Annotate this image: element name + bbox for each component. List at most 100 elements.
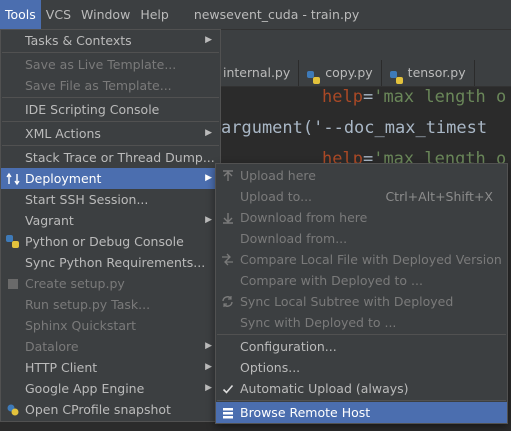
tab-copy-py[interactable]: copy.py [299,60,382,86]
menu-item-python-console[interactable]: Python or Debug Console [1,231,220,252]
setup-icon [5,276,20,291]
menu-item-label: Datalore [25,339,79,354]
submenu-arrow-icon: ▶ [205,362,212,372]
menu-item-save-live-template[interactable]: Save as Live Template... [1,54,220,75]
editor-tabs: internal.py copy.py tensor.py [215,60,511,87]
menu-item-label: Sync Python Requirements... [25,255,206,270]
menu-item-label: Python or Debug Console [25,234,184,249]
menu-item-compare-local[interactable]: Compare Local File with Deployed Version [216,249,507,270]
menu-item-sync-subtree[interactable]: Sync Local Subtree with Deployed [216,291,507,312]
submenu-arrow-icon: ▶ [205,341,212,351]
sync-icon [220,294,235,309]
menu-item-configuration[interactable]: Configuration... [216,336,507,357]
menu-item-http-client[interactable]: HTTP Client ▶ [1,357,220,378]
menu-item-stack-trace[interactable]: Stack Trace or Thread Dump... [1,147,220,168]
upload-icon [220,168,235,183]
menu-item-label: Open CProfile snapshot [25,402,171,417]
deployment-submenu: Upload here Upload to... Ctrl+Alt+Shift+X… [215,163,508,424]
menu-separator [217,400,506,401]
menu-item-datalore[interactable]: Datalore ▶ [1,336,220,357]
menu-item-label: Sync Local Subtree with Deployed [240,294,454,309]
checkmark-icon [220,381,235,396]
menu-item-label: Automatic Upload (always) [240,381,409,396]
python-file-icon [307,67,321,84]
menu-window[interactable]: Window [76,0,135,29]
menu-item-label: Options... [240,360,301,375]
submenu-arrow-icon: ▶ [205,383,212,393]
menu-item-open-cprofile[interactable]: Open CProfile snapshot [1,399,220,420]
menu-item-sync-requirements[interactable]: Sync Python Requirements... [1,252,220,273]
deployment-icon [5,171,20,186]
submenu-arrow-icon: ▶ [205,215,212,225]
menu-item-download-from[interactable]: Download from... [216,228,507,249]
code-param: help [322,87,363,107]
tab-internal-py[interactable]: internal.py [215,60,300,86]
code-op: = [362,87,374,107]
menu-item-label: HTTP Client [25,360,98,375]
menu-item-label: Compare Local File with Deployed Version [240,252,502,267]
menu-item-ide-scripting-console[interactable]: IDE Scripting Console [1,99,220,120]
menu-item-label: Vagrant [25,213,74,228]
code-line: help='max length o [322,87,506,107]
menu-item-sphinx-quickstart[interactable]: Sphinx Quickstart [1,315,220,336]
menu-help-label: Help [140,7,169,22]
submenu-arrow-icon: ▶ [205,35,212,45]
menu-item-run-setup-task[interactable]: Run setup.py Task... [1,294,220,315]
menu-item-tasks-contexts[interactable]: Tasks & Contexts ▶ [1,30,220,51]
menu-item-browse-remote-host[interactable]: Browse Remote Host [216,402,507,423]
menu-item-label: Configuration... [240,339,337,354]
profiler-icon [5,402,20,417]
tab-label: copy.py [325,65,373,80]
menu-item-label: Download from... [240,231,348,246]
tab-tensor-py[interactable]: tensor.py [382,60,475,86]
menu-item-options[interactable]: Options... [216,357,507,378]
tools-menu: Tasks & Contexts ▶ Save as Live Template.… [0,29,221,422]
menu-vcs-label: VCS [45,7,72,22]
menu-item-start-ssh[interactable]: Start SSH Session... [1,189,220,210]
menu-item-label: Upload to... [240,189,313,204]
menu-item-upload-to[interactable]: Upload to... Ctrl+Alt+Shift+X [216,186,507,207]
remote-host-icon [220,405,235,420]
menu-item-download-here[interactable]: Download from here [216,207,507,228]
menu-item-vagrant[interactable]: Vagrant ▶ [1,210,220,231]
menu-separator [2,52,219,53]
window-title: newsevent_cuda - train.py [193,7,360,22]
menu-help[interactable]: Help [135,0,174,29]
python-file-icon [389,67,403,84]
menu-item-google-app-engine[interactable]: Google App Engine ▶ [1,378,220,399]
menu-item-label: Tasks & Contexts [25,33,132,48]
menu-item-label: Run setup.py Task... [25,297,151,312]
menu-separator [2,145,219,146]
menu-item-label: Save File as Template... [25,78,172,93]
submenu-arrow-icon: ▶ [205,128,212,138]
menu-item-automatic-upload[interactable]: Automatic Upload (always) [216,378,507,399]
menu-window-label: Window [81,7,131,22]
menu-item-save-file-template[interactable]: Save File as Template... [1,75,220,96]
code-string: 'max length o [373,87,507,107]
menu-item-label: Sync with Deployed to ... [240,315,397,330]
menu-item-label: Save as Live Template... [25,57,177,72]
menu-item-upload-here[interactable]: Upload here [216,165,507,186]
menu-item-label: Download from here [240,210,368,225]
menu-item-deployment[interactable]: Deployment ▶ [1,168,220,189]
menu-separator [217,334,506,335]
menu-item-sync-deployed[interactable]: Sync with Deployed to ... [216,312,507,333]
menu-item-create-setup[interactable]: Create setup.py [1,273,220,294]
code-line: argument('--doc_max_timest [221,118,488,138]
submenu-arrow-icon: ▶ [205,173,212,183]
python-icon [5,234,20,249]
menu-item-compare-deployed[interactable]: Compare with Deployed to ... [216,270,507,291]
menu-bar: Tools VCS Window Help newsevent_cuda - t… [0,0,511,30]
menu-tools[interactable]: Tools [0,0,41,29]
menu-item-xml-actions[interactable]: XML Actions ▶ [1,123,220,144]
menu-item-label: Browse Remote Host [240,405,371,420]
menu-item-label: Compare with Deployed to ... [240,273,423,288]
menu-item-label: IDE Scripting Console [25,102,160,117]
menu-vcs[interactable]: VCS [41,0,76,29]
menu-item-label: Create setup.py [25,276,125,291]
menu-item-label: Stack Trace or Thread Dump... [25,150,215,165]
menu-item-label: XML Actions [25,126,101,141]
menu-tools-label: Tools [5,7,36,22]
menu-item-label: Deployment [25,171,102,186]
menu-item-label: Start SSH Session... [25,192,149,207]
